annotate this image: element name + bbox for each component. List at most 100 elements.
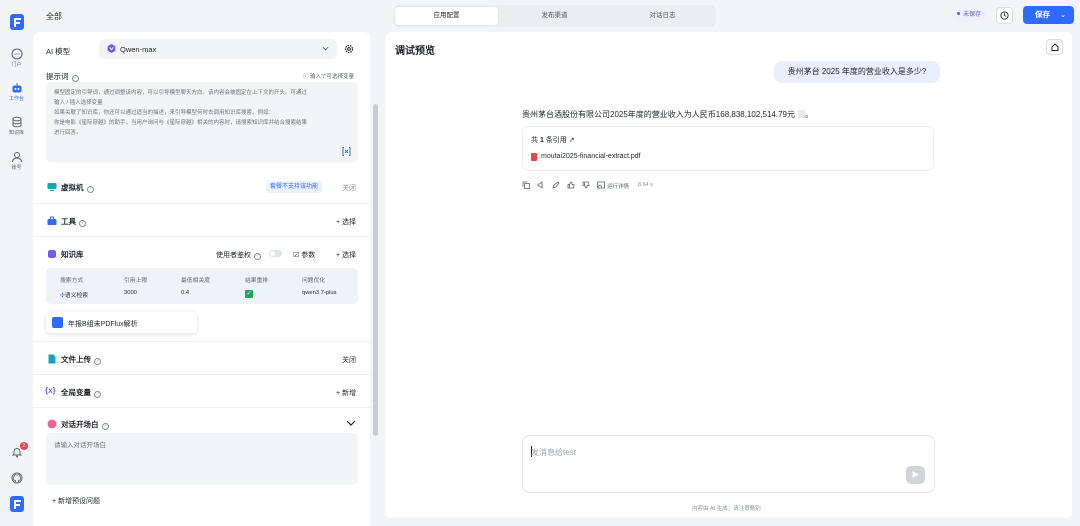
upload-label: 文件上传? bbox=[61, 354, 101, 365]
opening-placeholder: 请输入对话开场白 bbox=[54, 442, 106, 449]
vars-section: {x} 全局变量? + 新增 bbox=[33, 375, 370, 408]
citation-prefix: 共 bbox=[531, 137, 538, 144]
left-rail: 门户 工作台 知识库 账号 2 bbox=[0, 0, 33, 526]
table-cell: qwen3.7-plus bbox=[302, 290, 337, 296]
monitor-icon bbox=[47, 183, 57, 191]
external-link-icon: ↗ bbox=[568, 137, 575, 144]
tab-app-config[interactable]: 应用配置 bbox=[395, 7, 498, 25]
vm-section: 虚拟机? 套餐不支持该功能 关闭 bbox=[33, 170, 370, 204]
variable-icon[interactable] bbox=[341, 146, 352, 157]
table-cell: ✣语义检索 bbox=[60, 290, 88, 299]
citation-icon[interactable] bbox=[797, 110, 805, 118]
copy-icon[interactable] bbox=[522, 181, 530, 189]
vars-label-text: 全局变量 bbox=[61, 388, 91, 397]
kb-select-button[interactable]: + 选择 bbox=[336, 250, 356, 260]
upload-section: 文件上传? 关闭 bbox=[33, 342, 370, 375]
kb-dataset-chip[interactable]: 年报B组未PDFlux解析 bbox=[46, 312, 197, 333]
help-icon[interactable]: ? bbox=[254, 253, 261, 260]
prompt-line: 进行回答。 bbox=[54, 130, 82, 136]
rail-label: 账号 bbox=[11, 165, 22, 171]
rail-item-knowledge[interactable]: 知识库 bbox=[0, 116, 33, 136]
opening-input[interactable]: 请输入对话开场白 bbox=[46, 433, 358, 485]
rail-label: 门户 bbox=[11, 62, 22, 68]
config-scrollbar[interactable] bbox=[373, 104, 378, 436]
kb-params-button[interactable]: ☑ 参数 bbox=[293, 250, 315, 260]
preview-title: 调试预览 bbox=[395, 46, 435, 57]
app-logo-icon[interactable] bbox=[10, 496, 24, 512]
prompt-hint-text: 输入"/"可选择变量 bbox=[310, 74, 354, 80]
rail-github[interactable] bbox=[0, 472, 33, 484]
tab-publish-channel[interactable]: 发布渠道 bbox=[503, 7, 606, 25]
send-button[interactable] bbox=[906, 466, 925, 484]
citation-suffix: 条引用 bbox=[545, 137, 567, 144]
table-header: 引用上限 bbox=[124, 278, 148, 284]
app-logo-icon[interactable] bbox=[10, 14, 24, 30]
breadcrumb[interactable]: 全部 bbox=[46, 11, 62, 22]
search-mode-value: 语义检索 bbox=[64, 293, 89, 299]
image-icon[interactable] bbox=[597, 181, 605, 189]
rail-item-account[interactable]: 账号 bbox=[0, 151, 33, 171]
ai-answer-text: 贵州茅台酒股份有限公司2025年度的营业收入为人民币168,838,102,51… bbox=[522, 110, 795, 119]
kb-settings-table[interactable]: 搜索方式 引用上限 最低相关度 结果重排 问题优化 ✣语义检索 3000 0.4… bbox=[46, 268, 358, 304]
model-label: AI 模型 bbox=[46, 47, 71, 56]
prompt-input[interactable]: 模型固定的引导词，通过调整该内容，可以引导模型聊天方向。该内容会被固定在上下文的… bbox=[46, 82, 358, 162]
robot-icon bbox=[12, 83, 21, 93]
vars-add-button[interactable]: + 新增 bbox=[336, 388, 356, 398]
thumbs-up-icon[interactable] bbox=[567, 181, 575, 189]
ai-disclaimer: 内容由 AI 生成，请注意甄别 bbox=[692, 506, 761, 512]
chat-bubble-icon bbox=[47, 419, 57, 429]
speaker-icon[interactable] bbox=[537, 181, 545, 189]
home-icon bbox=[1051, 43, 1059, 51]
prompt-hint: ⓘ 输入"/"可选择变量 bbox=[303, 74, 354, 80]
rail-label: 知识库 bbox=[8, 130, 24, 136]
citation-count[interactable]: 共 1 条引用 ↗ bbox=[531, 135, 575, 145]
tools-select-button[interactable]: + 选择 bbox=[336, 217, 356, 227]
ai-answer: 贵州茅台酒股份有限公司2025年度的营业收入为人民币168,838,102,51… bbox=[522, 109, 813, 120]
history-button[interactable] bbox=[996, 7, 1013, 24]
help-icon[interactable]: ? bbox=[94, 391, 101, 398]
vm-toggle[interactable]: 关闭 bbox=[342, 183, 356, 193]
tools-label-text: 工具 bbox=[61, 217, 76, 226]
upload-label-text: 文件上传 bbox=[61, 355, 91, 364]
rail-notifications[interactable] bbox=[0, 446, 33, 458]
run-detail-link[interactable]: 运行详情 bbox=[607, 182, 629, 190]
help-icon[interactable]: ? bbox=[101, 423, 109, 430]
edit-icon[interactable] bbox=[552, 181, 560, 189]
rerank-check-icon: ✓ bbox=[245, 290, 253, 298]
help-icon[interactable]: ? bbox=[79, 220, 86, 227]
vm-label-text: 虚拟机 bbox=[61, 183, 84, 192]
ai-answer-end: 。 bbox=[804, 110, 813, 119]
rail-item-workbench[interactable]: 工作台 bbox=[0, 82, 33, 102]
config-panel: AI 模型 Qwen-max 提示词? ⓘ 输入"/"可选择变量 模型固定的引导… bbox=[33, 32, 370, 526]
thumbs-down-icon[interactable] bbox=[582, 181, 590, 189]
save-button[interactable]: 保存 ⌄ bbox=[1023, 6, 1074, 24]
save-button-label: 保存 bbox=[1035, 10, 1050, 19]
chevron-down-icon[interactable] bbox=[346, 419, 356, 427]
rail-item-portal[interactable]: 门户 bbox=[0, 48, 33, 68]
tools-label: 工具? bbox=[61, 216, 86, 227]
chevron-down-icon bbox=[322, 46, 329, 51]
variable-icon: {x} bbox=[45, 386, 56, 395]
help-icon[interactable]: ? bbox=[94, 358, 101, 365]
status-badge: 未保存 bbox=[952, 9, 987, 22]
upload-toggle[interactable]: 关闭 bbox=[342, 355, 356, 365]
kb-auth-label: 使用者鉴权? bbox=[216, 250, 261, 260]
prompt-line: 你是电影《星际穿越》的助手，当用户询问与《星际穿越》相关的内容时，请搜索知识库并… bbox=[54, 120, 308, 126]
gear-icon[interactable] bbox=[344, 44, 354, 54]
chevron-down-icon[interactable]: ⌄ bbox=[1060, 7, 1066, 25]
prompt-label-text: 提示词 bbox=[46, 72, 69, 81]
kb-label: 知识库 bbox=[61, 250, 84, 259]
table-header: 问题优化 bbox=[302, 278, 326, 284]
model-value: Qwen-max bbox=[120, 45, 157, 54]
clear-chat-button[interactable] bbox=[1046, 39, 1063, 55]
notification-badge: 2 bbox=[20, 442, 28, 450]
help-icon[interactable]: ? bbox=[86, 186, 94, 193]
add-question-button[interactable]: + 新增预设问题 bbox=[52, 496, 100, 506]
model-select[interactable]: Qwen-max bbox=[99, 39, 337, 59]
tab-chat-logs[interactable]: 对话日志 bbox=[611, 7, 714, 25]
help-icon[interactable]: ? bbox=[71, 75, 79, 82]
chat-input[interactable]: 发消息给test bbox=[522, 435, 935, 493]
citation-file[interactable]: moutai2025-financial-extract.pdf bbox=[541, 153, 641, 160]
citation-number: 1 bbox=[539, 137, 544, 144]
kb-auth-toggle[interactable] bbox=[269, 250, 282, 257]
